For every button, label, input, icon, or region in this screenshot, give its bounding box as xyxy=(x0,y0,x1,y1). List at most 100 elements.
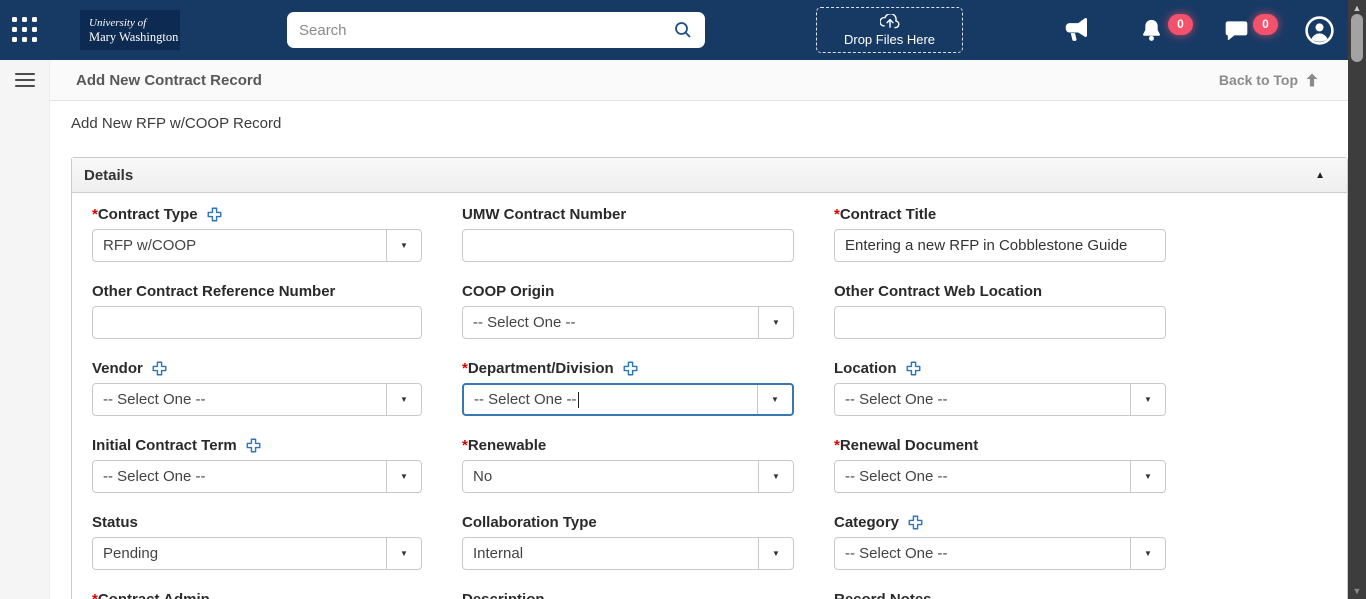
notifications-button[interactable]: 0 xyxy=(1138,17,1193,44)
chat-bubble-icon xyxy=(1223,17,1250,43)
renewable-select[interactable]: No ▼ xyxy=(462,460,794,493)
chevron-down-icon[interactable]: ▼ xyxy=(758,538,793,569)
global-search xyxy=(287,12,705,48)
contract-title-input[interactable] xyxy=(834,229,1166,262)
back-to-top-label: Back to Top xyxy=(1219,72,1298,88)
field-coop-origin: COOP Origin -- Select One -- ▼ xyxy=(462,283,794,339)
field-other-contract-web-location: Other Contract Web Location xyxy=(834,283,1166,339)
content-area: Add New Contract Record Back to Top Add … xyxy=(50,60,1348,599)
logo-line2: Mary Washington xyxy=(89,30,180,44)
account-button[interactable] xyxy=(1304,15,1335,46)
page-scrollbar[interactable]: ▲ ▼ xyxy=(1348,0,1366,599)
initial-contract-term-select[interactable]: -- Select One -- ▼ xyxy=(92,460,422,493)
category-label: Category xyxy=(834,514,1166,531)
field-status: Status Pending ▼ xyxy=(92,514,422,570)
field-initial-contract-term: Initial Contract Term -- Select One -- ▼ xyxy=(92,437,422,493)
other-contract-reference-number-input[interactable] xyxy=(92,306,422,339)
scroll-up-arrow-icon[interactable]: ▲ xyxy=(1348,3,1366,13)
drop-files-label: Drop Files Here xyxy=(844,32,935,47)
category-select[interactable]: -- Select One -- ▼ xyxy=(834,537,1166,570)
chevron-down-icon[interactable]: ▼ xyxy=(1130,384,1165,415)
details-panel: Details ▲ *Contract Type RFP w/COOP ▼ xyxy=(71,157,1348,599)
chevron-down-icon[interactable]: ▼ xyxy=(758,461,793,492)
field-department-division: *Department/Division -- Select One -- ▼ xyxy=(462,360,794,416)
record-subtitle: Add New RFP w/COOP Record xyxy=(50,101,1348,133)
field-renewable: *Renewable No ▼ xyxy=(462,437,794,493)
record-notes-label: Record Notes xyxy=(834,591,1166,599)
coop-origin-label: COOP Origin xyxy=(462,283,794,300)
other-contract-web-location-input[interactable] xyxy=(834,306,1166,339)
back-to-top-link[interactable]: Back to Top xyxy=(1219,72,1320,88)
location-select[interactable]: -- Select One -- ▼ xyxy=(834,383,1166,416)
coop-origin-select[interactable]: -- Select One -- ▼ xyxy=(462,306,794,339)
scroll-down-arrow-icon[interactable]: ▼ xyxy=(1348,586,1366,596)
chevron-down-icon[interactable]: ▼ xyxy=(1130,461,1165,492)
contract-type-label: *Contract Type xyxy=(92,206,422,223)
contract-type-select[interactable]: RFP w/COOP ▼ xyxy=(92,229,422,262)
field-renewal-document: *Renewal Document -- Select One -- ▼ xyxy=(834,437,1166,493)
field-location: Location -- Select One -- ▼ xyxy=(834,360,1166,416)
field-collaboration-type: Collaboration Type Internal ▼ xyxy=(462,514,794,570)
other-contract-web-location-label: Other Contract Web Location xyxy=(834,283,1166,300)
messages-badge: 0 xyxy=(1253,14,1278,35)
renewable-label: *Renewable xyxy=(462,437,794,454)
details-form-grid: *Contract Type RFP w/COOP ▼ UMW Contract… xyxy=(72,193,1347,599)
drop-files-zone[interactable]: Drop Files Here xyxy=(816,7,963,53)
add-location-icon[interactable] xyxy=(906,361,921,380)
messages-button[interactable]: 0 xyxy=(1223,17,1278,43)
add-initial-contract-term-icon[interactable] xyxy=(246,438,261,457)
add-category-icon[interactable] xyxy=(908,515,923,534)
megaphone-icon xyxy=(1061,15,1093,45)
chevron-down-icon[interactable]: ▼ xyxy=(1130,538,1165,569)
collaboration-type-label: Collaboration Type xyxy=(462,514,794,531)
chevron-down-icon[interactable]: ▼ xyxy=(386,384,421,415)
contract-title-label: *Contract Title xyxy=(834,206,1166,223)
collaboration-type-select[interactable]: Internal ▼ xyxy=(462,537,794,570)
university-logo[interactable]: University of Mary Washington xyxy=(80,10,180,50)
vendor-select[interactable]: -- Select One -- ▼ xyxy=(92,383,422,416)
left-sidebar-strip xyxy=(0,60,50,599)
logo-line1: University of xyxy=(89,17,180,30)
field-description: Description xyxy=(462,591,794,599)
text-cursor xyxy=(578,392,579,408)
menu-hamburger-icon[interactable] xyxy=(15,73,35,87)
navbar-icons: 0 0 xyxy=(1061,15,1335,46)
vendor-label: Vendor xyxy=(92,360,422,377)
search-icon[interactable] xyxy=(673,20,693,40)
arrow-up-icon xyxy=(1304,72,1320,88)
chevron-down-icon[interactable]: ▼ xyxy=(386,461,421,492)
announcements-button[interactable] xyxy=(1061,15,1093,45)
field-contract-admin: *Contract Admin xyxy=(92,591,422,599)
scrollbar-thumb[interactable] xyxy=(1351,14,1363,62)
renewal-document-select[interactable]: -- Select One -- ▼ xyxy=(834,460,1166,493)
bell-icon xyxy=(1138,17,1165,44)
page-title: Add New Contract Record xyxy=(76,72,262,89)
add-vendor-icon[interactable] xyxy=(152,361,167,380)
chevron-down-icon[interactable]: ▼ xyxy=(386,538,421,569)
status-select[interactable]: Pending ▼ xyxy=(92,537,422,570)
details-panel-header[interactable]: Details ▲ xyxy=(72,158,1347,193)
user-avatar-icon xyxy=(1304,15,1335,46)
add-contract-type-icon[interactable] xyxy=(207,207,222,226)
umw-contract-number-input[interactable] xyxy=(462,229,794,262)
umw-contract-number-label: UMW Contract Number xyxy=(462,206,794,223)
top-navbar: University of Mary Washington Drop Files xyxy=(0,0,1348,60)
field-other-contract-reference-number: Other Contract Reference Number xyxy=(92,283,422,339)
initial-contract-term-label: Initial Contract Term xyxy=(92,437,422,454)
add-department-division-icon[interactable] xyxy=(623,361,638,380)
location-label: Location xyxy=(834,360,1166,377)
renewal-document-label: *Renewal Document xyxy=(834,437,1166,454)
chevron-down-icon[interactable]: ▼ xyxy=(386,230,421,261)
contract-admin-label: *Contract Admin xyxy=(92,591,422,599)
chevron-down-icon[interactable]: ▼ xyxy=(758,307,793,338)
collapse-caret-icon[interactable]: ▲ xyxy=(1315,170,1325,181)
other-contract-reference-number-label: Other Contract Reference Number xyxy=(92,283,422,300)
page-title-bar: Add New Contract Record Back to Top xyxy=(50,60,1348,101)
department-division-select[interactable]: -- Select One -- ▼ xyxy=(462,383,794,416)
apps-grid-icon[interactable] xyxy=(12,17,38,43)
field-umw-contract-number: UMW Contract Number xyxy=(462,206,794,262)
notifications-badge: 0 xyxy=(1168,14,1193,35)
search-input[interactable] xyxy=(299,22,673,39)
department-division-label: *Department/Division xyxy=(462,360,794,377)
chevron-down-icon[interactable]: ▼ xyxy=(757,385,792,414)
